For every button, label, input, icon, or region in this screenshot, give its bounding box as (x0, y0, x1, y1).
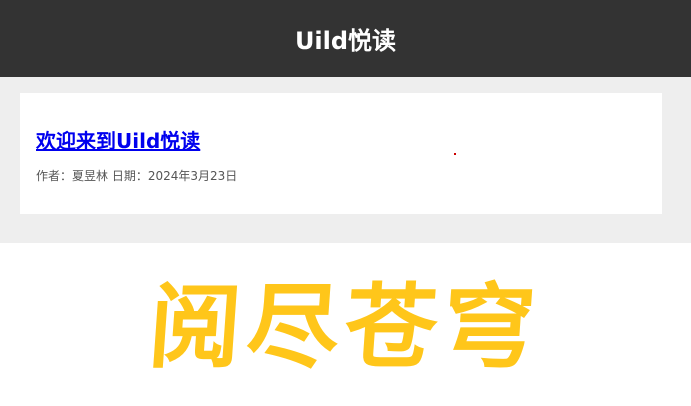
site-header: Uild悦读 (0, 0, 691, 77)
banner: 阅尽苍穹 (0, 243, 691, 406)
content-area: 欢迎来到Uild悦读 作者：夏昱林 日期：2024年3月23日 (0, 77, 691, 243)
post-meta: 作者：夏昱林 日期：2024年3月23日 (36, 169, 238, 183)
decorative-dot (454, 153, 456, 155)
post-title-link[interactable]: 欢迎来到Uild悦读 (36, 125, 200, 154)
site-title: Uild悦读 (294, 27, 397, 55)
banner-slogan: 阅尽苍穹 (145, 273, 546, 381)
post-card: 欢迎来到Uild悦读 作者：夏昱林 日期：2024年3月23日 (20, 93, 662, 214)
